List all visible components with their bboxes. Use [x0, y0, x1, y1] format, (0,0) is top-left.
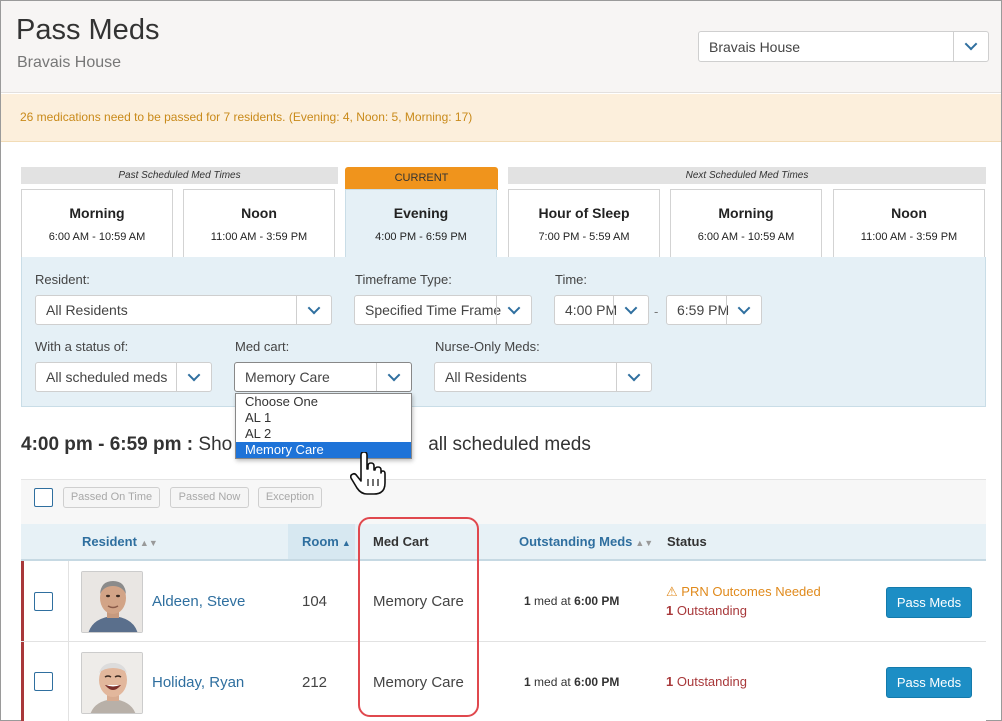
medcart-select[interactable]: Memory Care: [234, 362, 412, 392]
timeframe-type-select[interactable]: Specified Time Frame: [354, 295, 532, 325]
row-checkbox[interactable]: [34, 592, 53, 611]
results-heading-text-left: Sho: [198, 434, 233, 455]
time-to-value: 6:59 PM: [677, 302, 730, 318]
resident-filter-label: Resident:: [35, 272, 90, 287]
pass-meds-button[interactable]: Pass Meds: [886, 587, 972, 618]
medcart-option[interactable]: AL 1: [236, 410, 411, 426]
page-title: Pass Meds: [16, 14, 160, 46]
room-number: 104: [302, 593, 328, 610]
timeframe-name: Morning: [718, 205, 774, 221]
pass-meds-button[interactable]: Pass Meds: [886, 667, 972, 698]
chevron-down-icon: [613, 296, 648, 324]
warning-icon: ⚠: [666, 584, 678, 599]
timeframe-card-morning-next[interactable]: Morning 6:00 AM - 10:59 AM: [670, 189, 822, 258]
chevron-down-icon: [296, 296, 331, 324]
row-alert-bar: [21, 642, 24, 721]
timeframe-card-noon-next[interactable]: Noon 11:00 AM - 3:59 PM: [833, 189, 985, 258]
resident-name-link[interactable]: Aldeen, Steve: [152, 593, 245, 610]
bulk-action-toolbar: [21, 479, 986, 524]
select-all-checkbox[interactable]: [34, 488, 53, 507]
column-header-room[interactable]: Room ▲: [302, 534, 351, 549]
timeframe-card-morning[interactable]: Morning 6:00 AM - 10:59 AM: [21, 189, 173, 258]
past-times-label: Past Scheduled Med Times: [21, 167, 338, 184]
outstanding-meds: 1 med at 6:00 PM: [524, 594, 620, 608]
timeframe-time: 6:00 AM - 10:59 AM: [697, 231, 795, 243]
passed-on-time-button[interactable]: Passed On Time: [63, 487, 160, 508]
sort-icon: ▲▼: [139, 538, 158, 548]
timeframe-time: 4:00 PM - 6:59 PM: [375, 231, 467, 243]
alert-banner: 26 medications need to be passed for 7 r…: [1, 94, 1001, 142]
timeframe-card-noon[interactable]: Noon 11:00 AM - 3:59 PM: [183, 189, 335, 258]
timeframe-card-hour-of-sleep[interactable]: Hour of Sleep 7:00 PM - 5:59 AM: [508, 189, 660, 258]
column-header-resident[interactable]: Resident ▲▼: [82, 534, 158, 549]
page-subtitle: Bravais House: [17, 54, 122, 71]
row-checkbox[interactable]: [34, 672, 53, 691]
timeframe-type-value: Specified Time Frame: [365, 302, 502, 318]
chevron-down-icon: [376, 363, 411, 391]
timeframe-name: Evening: [393, 205, 449, 221]
medcart-option[interactable]: AL 2: [236, 426, 411, 442]
results-heading-time: 4:00 pm - 6:59 pm :: [21, 434, 194, 455]
timeframe-time: 11:00 AM - 3:59 PM: [860, 231, 958, 243]
resident-select-value: All Residents: [46, 302, 128, 318]
status-select[interactable]: All scheduled meds: [35, 362, 212, 392]
timeframe-time: 6:00 AM - 10:59 AM: [48, 231, 146, 243]
alert-text: 26 medications need to be passed for 7 r…: [20, 110, 473, 124]
table-header: [21, 524, 986, 561]
medcart-dropdown-list: Choose One AL 1 AL 2 Memory Care: [235, 393, 412, 459]
chevron-down-icon: [176, 363, 211, 391]
resident-name-link[interactable]: Holiday, Ryan: [152, 674, 244, 691]
time-from-select[interactable]: 4:00 PM: [554, 295, 649, 325]
time-to-select[interactable]: 6:59 PM: [666, 295, 762, 325]
sort-icon: ▲: [341, 538, 351, 548]
outstanding-status: 1 Outstanding: [666, 603, 747, 618]
room-number: 212: [302, 674, 328, 691]
facility-select[interactable]: Bravais House: [698, 31, 989, 62]
medcart-filter-label: Med cart:: [235, 339, 290, 354]
time-label: Time:: [555, 272, 588, 287]
column-header-status: Status: [667, 534, 707, 549]
prn-warning: ⚠ PRN Outcomes Needed: [666, 584, 821, 599]
timeframe-name: Hour of Sleep: [538, 205, 630, 221]
chevron-down-icon: [726, 296, 761, 324]
passed-now-button[interactable]: Passed Now: [170, 487, 249, 508]
outstanding-status: 1 Outstanding: [666, 674, 747, 689]
resident-select[interactable]: All Residents: [35, 295, 332, 325]
timeframe-card-evening[interactable]: Evening 4:00 PM - 6:59 PM: [345, 189, 497, 259]
resident-avatar: [81, 571, 143, 633]
results-heading-text-right: all scheduled meds: [428, 434, 591, 455]
medcart-select-value: Memory Care: [245, 369, 330, 385]
next-times-label: Next Scheduled Med Times: [508, 167, 986, 184]
chevron-down-icon: [616, 363, 651, 391]
medcart-option[interactable]: Choose One: [236, 394, 411, 410]
timeframe-name: Morning: [69, 205, 125, 221]
status-select-value: All scheduled meds: [46, 369, 168, 385]
chevron-down-icon: [953, 32, 988, 61]
nurse-only-select[interactable]: All Residents: [434, 362, 652, 392]
time-from-value: 4:00 PM: [565, 302, 618, 318]
timeframe-name: Noon: [891, 205, 927, 221]
med-cart-column-highlight: [358, 517, 479, 717]
status-filter-label: With a status of:: [35, 339, 129, 354]
nurse-only-label: Nurse-Only Meds:: [435, 339, 540, 354]
nurse-only-value: All Residents: [445, 369, 527, 385]
row-alert-bar: [21, 561, 24, 641]
sort-icon: ▲▼: [635, 538, 654, 548]
resident-avatar: [81, 652, 143, 714]
chevron-down-icon: [496, 296, 531, 324]
timeframe-name: Noon: [241, 205, 277, 221]
current-label: CURRENT: [345, 167, 498, 190]
timeframe-type-label: Timeframe Type:: [355, 272, 452, 287]
time-range-dash: -: [654, 304, 659, 319]
column-header-outstanding[interactable]: Outstanding Meds ▲▼: [519, 534, 653, 549]
hand-cursor-icon: [349, 451, 386, 501]
facility-select-value: Bravais House: [709, 38, 801, 55]
timeframe-time: 11:00 AM - 3:59 PM: [210, 231, 308, 243]
outstanding-meds: 1 med at 6:00 PM: [524, 675, 620, 689]
exception-button[interactable]: Exception: [258, 487, 322, 508]
timeframe-time: 7:00 PM - 5:59 AM: [538, 231, 630, 243]
